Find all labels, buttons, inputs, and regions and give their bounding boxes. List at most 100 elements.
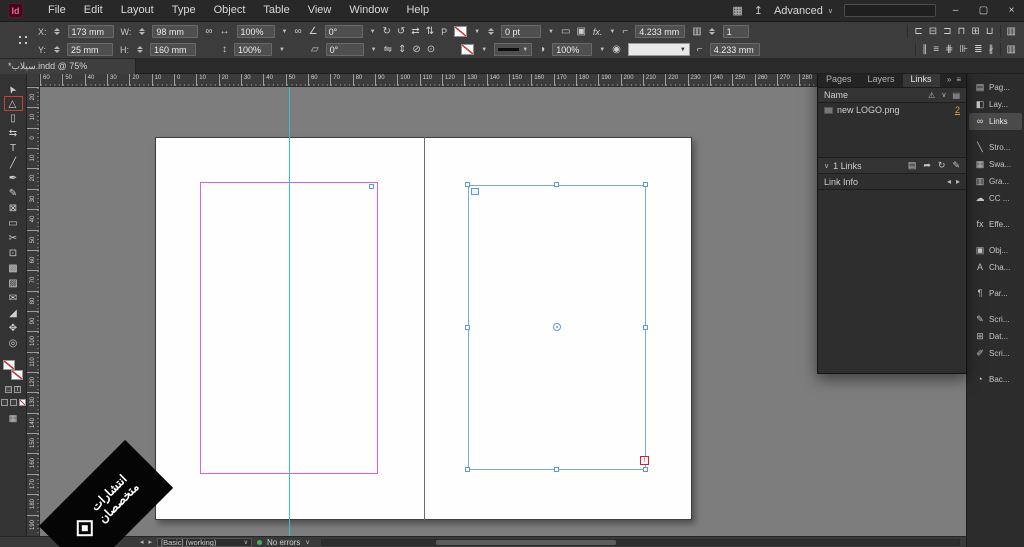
document-tab[interactable]: *سیلاب.indd @ 75% <box>0 59 136 74</box>
x-stepper[interactable] <box>54 26 61 38</box>
zoom-tool[interactable]: ◎ <box>4 336 23 351</box>
columns-input[interactable]: 1 <box>723 25 749 38</box>
align-left-icon[interactable]: ⊏ <box>914 27 922 37</box>
flip-vertical-icon[interactable]: ⇅ <box>426 27 434 37</box>
scissors-tool[interactable]: ✂ <box>4 231 23 246</box>
gutter-input[interactable]: 4.233 mm <box>710 43 760 56</box>
panel-collapse-icon[interactable]: » <box>947 75 951 84</box>
scale-y-input[interactable]: 100% <box>234 43 272 56</box>
constrain-dimensions-icon[interactable]: ∞ <box>205 27 212 37</box>
preflight-status-caret[interactable]: ∨ <box>305 539 309 546</box>
dock-character-styles[interactable]: A Cha... <box>969 259 1022 276</box>
frame-anchor-badge[interactable] <box>471 188 479 195</box>
type-tool[interactable]: T <box>4 141 23 156</box>
rotate-cw-icon[interactable]: ↻ <box>383 27 391 37</box>
corner-radius-input[interactable]: 4.233 mm <box>635 25 685 38</box>
align-bottom-icon[interactable]: ⊔ <box>986 27 994 37</box>
gradient-swatch-tool[interactable]: ▩ <box>4 261 23 276</box>
stroke-weight-input[interactable]: 0 pt <box>501 25 541 38</box>
distribute-center-icon[interactable]: ≡ <box>933 45 939 55</box>
dock-object-styles[interactable]: ▣ Obj... <box>969 242 1022 259</box>
links-filter-icon[interactable]: ⚠ <box>928 91 935 100</box>
close-button[interactable]: × <box>1003 5 1020 16</box>
frame-handle-middle-left[interactable] <box>465 325 470 330</box>
rotate-ccw-icon[interactable]: ↺ <box>397 27 405 37</box>
rotation-dropdown-arrow[interactable]: ▼ <box>370 29 376 35</box>
pencil-tool[interactable]: ✎ <box>4 186 23 201</box>
note-tool[interactable]: ✉ <box>4 291 23 306</box>
visibility-icon[interactable]: ◉ <box>612 45 621 55</box>
dock-swatches[interactable]: ▦ Swa... <box>969 156 1022 173</box>
reference-point-proxy[interactable] <box>16 33 31 48</box>
apply-gradient-button[interactable] <box>10 399 17 406</box>
scrollbar-thumb[interactable] <box>436 540 616 545</box>
dock-data-merge[interactable]: ⊞ Dat... <box>969 328 1022 345</box>
control-panel-more-icon-2[interactable]: ▥ <box>1007 45 1016 55</box>
scale-x-dropdown-arrow[interactable]: ▼ <box>282 29 288 35</box>
h-input[interactable]: 160 mm <box>150 43 196 56</box>
x-input[interactable]: 173 mm <box>68 25 114 38</box>
fill-dropdown-arrow[interactable]: ▼ <box>474 29 480 35</box>
dock-background-tasks[interactable]: ◔ Bac... <box>969 371 1022 388</box>
scale-y-dropdown-arrow[interactable]: ▼ <box>279 47 285 53</box>
gap-tool[interactable]: ⇆ <box>4 126 23 141</box>
apply-none-button[interactable] <box>19 399 26 406</box>
dock-effects[interactable]: fx Effe... <box>969 216 1022 233</box>
frame-handle-top-center[interactable] <box>554 182 559 187</box>
frame-handle-top-left[interactable] <box>465 182 470 187</box>
eyedropper-tool[interactable]: ◢ <box>4 306 23 321</box>
vertical-ruler[interactable]: 2010010203040506070809010011012013014015… <box>27 87 40 536</box>
dock-paragraph-styles[interactable]: ¶ Par... <box>969 285 1022 302</box>
panel-menu-icon[interactable]: ≡ <box>956 75 961 84</box>
flip-v-alt-icon[interactable]: ⇕ <box>398 45 406 55</box>
relink-button[interactable]: ▤ <box>908 160 917 171</box>
minimize-button[interactable]: – <box>947 5 964 16</box>
fill-color-swatch[interactable] <box>3 360 15 370</box>
links-page-column-icon[interactable]: ▤ <box>952 91 960 100</box>
menu-view[interactable]: View <box>299 0 341 21</box>
link-list-item[interactable]: new LOGO.png 2 <box>818 103 966 117</box>
stroke-dropdown-arrow[interactable]: ▼ <box>481 47 487 53</box>
modified-link-badge[interactable]: ! <box>640 456 649 465</box>
menu-table[interactable]: Table <box>254 0 298 21</box>
opacity-input[interactable]: 100% <box>552 43 592 56</box>
workspace-switcher[interactable]: Advanced ∨ <box>774 5 833 17</box>
content-grabber[interactable] <box>553 323 561 331</box>
preflight-profile-dropdown[interactable]: [Basic] (working) ∨ <box>157 538 252 547</box>
formatting-text-icon[interactable]: T <box>14 386 21 393</box>
selection-tool[interactable]: ➤ <box>4 81 23 96</box>
update-link-button[interactable]: ↻ <box>938 160 946 171</box>
frame-fitting-icon[interactable]: ▣ <box>576 27 585 37</box>
previous-page-button[interactable]: ◂ <box>140 538 144 546</box>
next-page-button[interactable]: ▸ <box>149 538 153 546</box>
gradient-feather-tool[interactable]: ▨ <box>4 276 23 291</box>
fill-swatch[interactable] <box>454 26 467 37</box>
dock-layers[interactable]: ◧ Lay... <box>969 96 1022 113</box>
control-panel-more-icon[interactable]: ▥ <box>1007 27 1016 37</box>
menu-edit[interactable]: Edit <box>75 0 112 21</box>
constrain-scale-icon[interactable]: ∞ <box>294 27 301 37</box>
line-tool[interactable]: ╱ <box>4 156 23 171</box>
rectangle-tool[interactable]: ▭ <box>4 216 23 231</box>
menu-type[interactable]: Type <box>163 0 205 21</box>
y-stepper[interactable] <box>53 44 60 56</box>
links-section-caret[interactable]: ∨ <box>824 162 829 170</box>
frame-handle-top-right[interactable] <box>643 182 648 187</box>
app-grid-icon[interactable]: ▦ <box>732 4 742 17</box>
dock-scripts[interactable]: ✎ Scri... <box>969 311 1022 328</box>
dock-script-label[interactable]: ✐ Scri... <box>969 345 1022 362</box>
dock-pages[interactable]: ▤ Pag... <box>969 79 1022 96</box>
apply-color-button[interactable] <box>1 399 8 406</box>
dock-links[interactable]: ∞ Links <box>969 113 1022 130</box>
effects-menu-button[interactable]: fx. <box>593 27 603 37</box>
select-content-icon[interactable]: ⊙ <box>427 45 435 55</box>
w-stepper[interactable] <box>138 26 145 38</box>
menu-window[interactable]: Window <box>340 0 397 21</box>
link-info-next-icon[interactable]: ▸ <box>956 177 960 186</box>
effects-dropdown-arrow[interactable]: ▼ <box>609 29 615 35</box>
h-stepper[interactable] <box>136 44 143 56</box>
corner-options-icon[interactable]: ▭ <box>561 27 570 37</box>
link-info-prev-icon[interactable]: ◂ <box>947 177 951 186</box>
menu-layout[interactable]: Layout <box>112 0 163 21</box>
search-input[interactable] <box>844 4 936 17</box>
